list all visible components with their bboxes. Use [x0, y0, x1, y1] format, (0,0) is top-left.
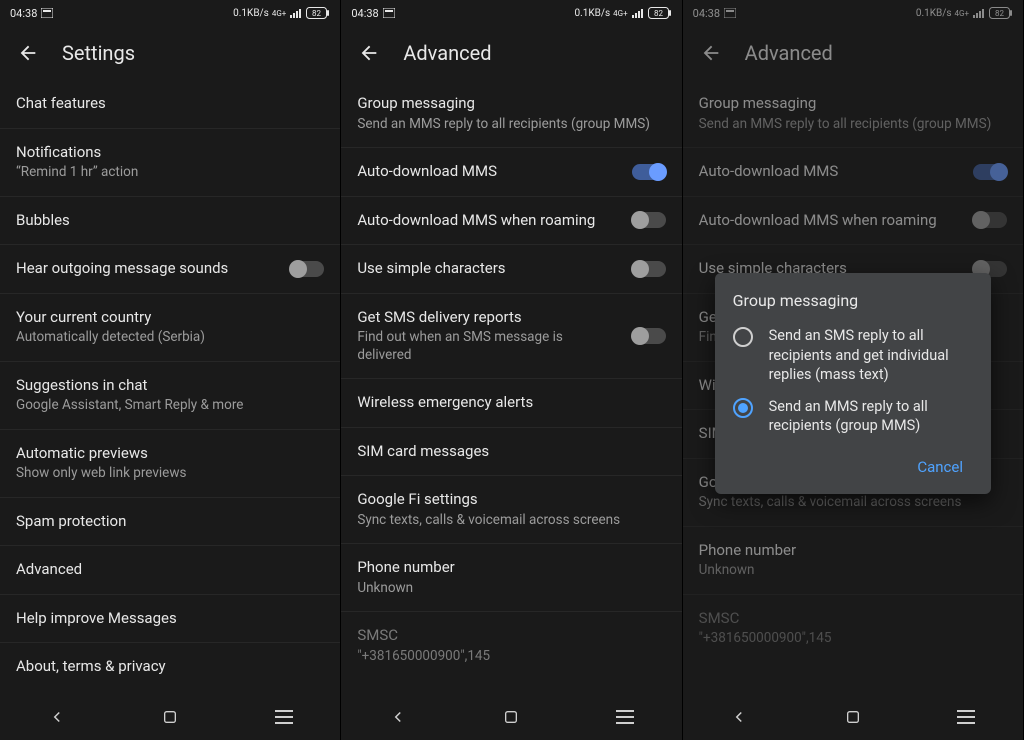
nav-back-icon[interactable]	[37, 697, 77, 737]
nav-back-icon[interactable]	[378, 697, 418, 737]
battery-icon: 82	[306, 7, 330, 19]
nav-bar	[683, 694, 1023, 740]
status-net: 0.1KB/s	[916, 8, 952, 19]
row-sms-delivery-reports[interactable]: Get SMS delivery reportsFind out when an…	[341, 294, 681, 380]
status-signal-sup: 4G+	[613, 9, 627, 18]
row-group-messaging: Group messagingSend an MMS reply to all …	[683, 80, 1023, 148]
status-net: 0.1KB/s	[233, 8, 269, 19]
row-phone-number[interactable]: Phone numberUnknown	[341, 544, 681, 612]
row-notifications[interactable]: Notifications“Remind 1 hr” action	[0, 129, 340, 197]
status-time: 04:38	[351, 7, 378, 20]
status-time: 04:38	[10, 7, 37, 20]
page-title: Advanced	[403, 41, 491, 65]
back-button[interactable]	[699, 41, 723, 65]
settings-list: Chat features Notifications“Remind 1 hr”…	[0, 80, 340, 694]
row-chat-features[interactable]: Chat features	[0, 80, 340, 129]
row-google-fi[interactable]: Google Fi settingsSync texts, calls & vo…	[341, 476, 681, 544]
svg-text:82: 82	[995, 9, 1004, 18]
nav-back-icon[interactable]	[719, 697, 759, 737]
back-button[interactable]	[16, 41, 40, 65]
row-automatic-previews[interactable]: Automatic previewsShow only web link pre…	[0, 430, 340, 498]
dialog-title: Group messaging	[733, 291, 973, 310]
row-spam-protection[interactable]: Spam protection	[0, 498, 340, 547]
nav-bar	[341, 694, 681, 740]
row-about-terms[interactable]: About, terms & privacy	[0, 643, 340, 691]
status-bar: 04:38 0.1KB/s 4G+ 82	[341, 0, 681, 26]
dialog-option-label: Send an MMS reply to all recipients (gro…	[769, 397, 973, 436]
row-simple-characters[interactable]: Use simple characters	[341, 245, 681, 294]
status-bar: 04:38 0.1KB/s 4G+ 82	[0, 0, 340, 26]
nav-home-icon[interactable]	[833, 697, 873, 737]
row-bubbles[interactable]: Bubbles	[0, 197, 340, 246]
screen-advanced-dialog: 04:38 0.1KB/s 4G+ 82 Advanced Group mess…	[683, 0, 1024, 740]
status-net: 0.1KB/s	[575, 8, 611, 19]
status-bar: 04:38 0.1KB/s 4G+ 82	[683, 0, 1023, 26]
toggle-sms-delivery-reports[interactable]	[632, 328, 666, 344]
screen-advanced: 04:38 0.1KB/s 4G+ 82 Advanced Group mess…	[341, 0, 682, 740]
row-current-country[interactable]: Your current countryAutomatically detect…	[0, 294, 340, 362]
status-signal-sup: 4G+	[955, 9, 969, 18]
svg-text:82: 82	[312, 9, 321, 18]
dialog-option-group-mms[interactable]: Send an MMS reply to all recipients (gro…	[733, 391, 973, 442]
dialog-group-messaging: Group messaging Send an SMS reply to all…	[715, 273, 991, 494]
dialog-option-mass-text[interactable]: Send an SMS reply to all recipients and …	[733, 320, 973, 391]
nav-recent-icon[interactable]	[264, 697, 304, 737]
dialog-cancel-button[interactable]: Cancel	[907, 450, 973, 484]
header: Settings	[0, 26, 340, 80]
status-time: 04:38	[693, 7, 720, 20]
row-smsc: SMSC"+381650000900",145	[683, 595, 1023, 662]
toggle-hear-outgoing-sounds[interactable]	[290, 261, 324, 277]
header: Advanced	[341, 26, 681, 80]
nav-bar	[0, 694, 340, 740]
row-phone-number: Phone numberUnknown	[683, 527, 1023, 595]
screen-settings: 04:38 0.1KB/s 4G+ 82 Settings Chat featu…	[0, 0, 341, 740]
row-auto-download-roaming[interactable]: Auto-download MMS when roaming	[341, 197, 681, 246]
row-wireless-emergency[interactable]: Wireless emergency alerts	[341, 379, 681, 428]
signal-icon	[289, 8, 303, 18]
notification-icon	[383, 8, 395, 18]
battery-icon: 82	[648, 7, 672, 19]
nav-recent-icon[interactable]	[605, 697, 645, 737]
nav-recent-icon[interactable]	[946, 697, 986, 737]
dialog-option-label: Send an SMS reply to all recipients and …	[769, 326, 973, 385]
toggle-auto-download-mms[interactable]	[632, 164, 666, 180]
notification-icon	[724, 8, 736, 18]
toggle-auto-download-roaming	[973, 212, 1007, 228]
row-suggestions-in-chat[interactable]: Suggestions in chatGoogle Assistant, Sma…	[0, 362, 340, 430]
nav-home-icon[interactable]	[491, 697, 531, 737]
row-advanced[interactable]: Advanced	[0, 546, 340, 595]
toggle-simple-characters[interactable]	[632, 261, 666, 277]
toggle-auto-download-roaming[interactable]	[632, 212, 666, 228]
row-auto-download-mms[interactable]: Auto-download MMS	[341, 148, 681, 197]
page-title: Settings	[62, 41, 135, 65]
row-smsc: SMSC"+381650000900",145	[341, 612, 681, 679]
row-group-messaging[interactable]: Group messagingSend an MMS reply to all …	[341, 80, 681, 148]
radio-icon[interactable]	[733, 327, 753, 347]
nav-home-icon[interactable]	[150, 697, 190, 737]
page-title: Advanced	[745, 41, 833, 65]
advanced-list: Group messagingSend an MMS reply to all …	[341, 80, 681, 694]
back-button[interactable]	[357, 41, 381, 65]
row-hear-outgoing-sounds[interactable]: Hear outgoing message sounds	[0, 245, 340, 294]
battery-icon: 82	[989, 7, 1013, 19]
signal-icon	[631, 8, 645, 18]
toggle-auto-download-mms	[973, 164, 1007, 180]
row-auto-download-roaming: Auto-download MMS when roaming	[683, 197, 1023, 246]
notification-icon	[41, 8, 53, 18]
header: Advanced	[683, 26, 1023, 80]
svg-text:82: 82	[654, 9, 663, 18]
signal-icon	[972, 8, 986, 18]
row-sim-card-messages[interactable]: SIM card messages	[341, 428, 681, 477]
row-help-improve[interactable]: Help improve Messages	[0, 595, 340, 644]
row-auto-download-mms: Auto-download MMS	[683, 148, 1023, 197]
status-signal-sup: 4G+	[272, 9, 286, 18]
radio-icon[interactable]	[733, 398, 753, 418]
